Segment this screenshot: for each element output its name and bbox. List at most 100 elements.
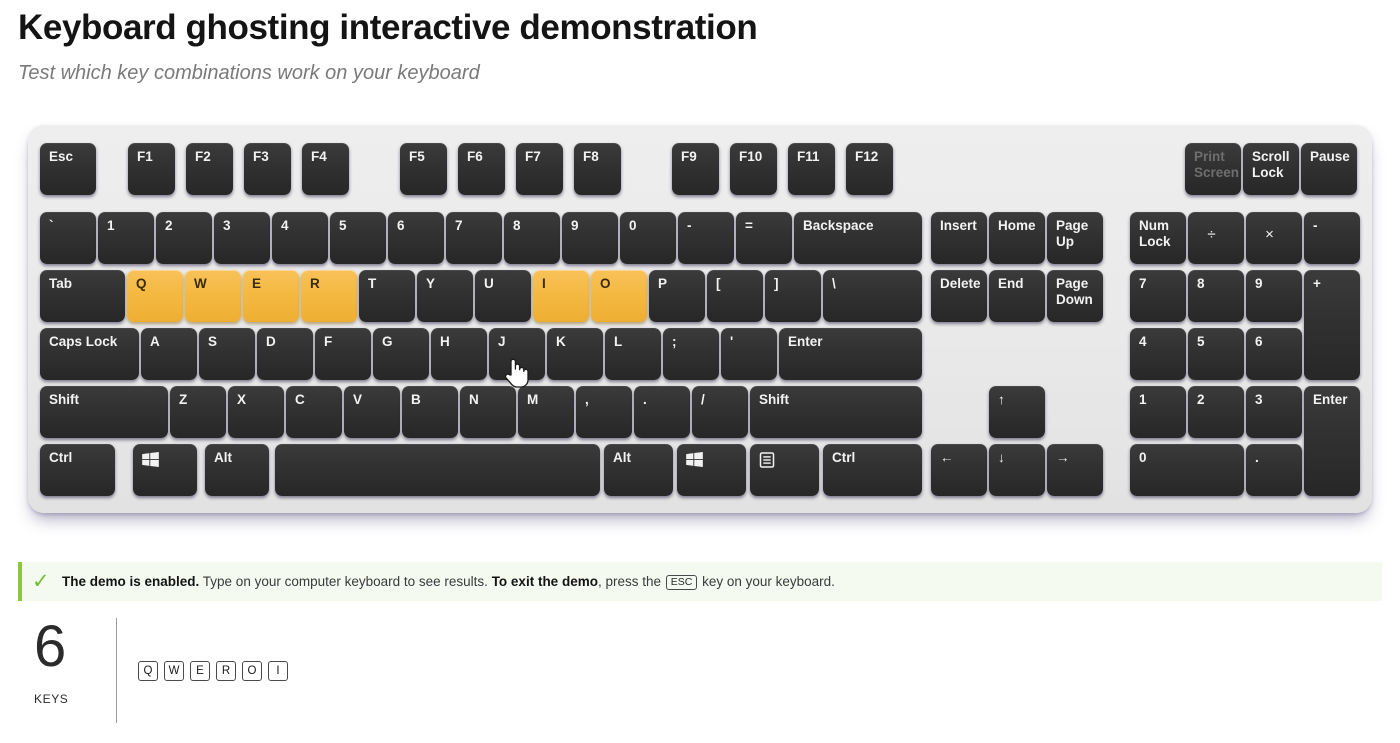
- key-f12[interactable]: F12: [846, 143, 893, 195]
- key-f[interactable]: F: [315, 328, 371, 380]
- key-shift[interactable]: Shift: [40, 386, 168, 438]
- key-2[interactable]: 2: [156, 212, 212, 264]
- key-8[interactable]: 8: [1188, 270, 1244, 322]
- key-print-screen[interactable]: Print Screen: [1185, 143, 1241, 195]
- key-alt[interactable]: Alt: [205, 444, 269, 496]
- key--[interactable]: -: [678, 212, 734, 264]
- key-5[interactable]: 5: [1188, 328, 1244, 380]
- key-8[interactable]: 8: [504, 212, 560, 264]
- key-c[interactable]: C: [286, 386, 342, 438]
- key-h[interactable]: H: [431, 328, 487, 380]
- key-f8[interactable]: F8: [574, 143, 621, 195]
- key-ctrl[interactable]: Ctrl: [823, 444, 922, 496]
- key-l[interactable]: L: [605, 328, 661, 380]
- key-m[interactable]: M: [518, 386, 574, 438]
- key-ctrl[interactable]: Ctrl: [40, 444, 115, 496]
- key-sym[interactable]: `: [40, 212, 96, 264]
- key-w[interactable]: W: [185, 270, 241, 322]
- key-caps-lock[interactable]: Caps Lock: [40, 328, 139, 380]
- key-alt[interactable]: Alt: [604, 444, 673, 496]
- key-f10[interactable]: F10: [730, 143, 777, 195]
- key-page-down[interactable]: Page Down: [1047, 270, 1103, 322]
- key-sym[interactable]: ↓: [989, 444, 1045, 496]
- key-9[interactable]: 9: [1246, 270, 1302, 322]
- key-tab[interactable]: Tab: [40, 270, 125, 322]
- key-sym[interactable]: ÷: [1188, 212, 1244, 264]
- key-sym[interactable]: ': [721, 328, 777, 380]
- key-6[interactable]: 6: [1246, 328, 1302, 380]
- key-sym[interactable]: ×: [1246, 212, 1302, 264]
- key-enter[interactable]: Enter: [779, 328, 922, 380]
- key-page-up[interactable]: Page Up: [1047, 212, 1103, 264]
- key-5[interactable]: 5: [330, 212, 386, 264]
- key-7[interactable]: 7: [1130, 270, 1186, 322]
- key-esc[interactable]: Esc: [40, 143, 96, 195]
- key-2[interactable]: 2: [1188, 386, 1244, 438]
- key-backspace[interactable]: Backspace: [794, 212, 922, 264]
- key-shift[interactable]: Shift: [750, 386, 922, 438]
- key-f5[interactable]: F5: [400, 143, 447, 195]
- key-num-lock[interactable]: Num Lock: [1130, 212, 1186, 264]
- key-r[interactable]: R: [301, 270, 357, 322]
- key-sym[interactable]: ;: [663, 328, 719, 380]
- key-z[interactable]: Z: [170, 386, 226, 438]
- key-n[interactable]: N: [460, 386, 516, 438]
- key-d[interactable]: D: [257, 328, 313, 380]
- key-f2[interactable]: F2: [186, 143, 233, 195]
- key-insert[interactable]: Insert: [931, 212, 987, 264]
- key-a[interactable]: A: [141, 328, 197, 380]
- key-f6[interactable]: F6: [458, 143, 505, 195]
- key-f7[interactable]: F7: [516, 143, 563, 195]
- key-j[interactable]: J: [489, 328, 545, 380]
- key-e[interactable]: E: [243, 270, 299, 322]
- key-f11[interactable]: F11: [788, 143, 835, 195]
- key-g[interactable]: G: [373, 328, 429, 380]
- key-sym[interactable]: .: [1246, 444, 1302, 496]
- key-k[interactable]: K: [547, 328, 603, 380]
- key-x[interactable]: X: [228, 386, 284, 438]
- key-u[interactable]: U: [475, 270, 531, 322]
- key-f1[interactable]: F1: [128, 143, 175, 195]
- key-7[interactable]: 7: [446, 212, 502, 264]
- windows-logo-key[interactable]: [677, 444, 746, 496]
- key-6[interactable]: 6: [388, 212, 444, 264]
- key-home[interactable]: Home: [989, 212, 1045, 264]
- key-v[interactable]: V: [344, 386, 400, 438]
- menu-key-key[interactable]: [750, 444, 819, 496]
- key-sym[interactable]: \: [823, 270, 922, 322]
- key-sym[interactable]: =: [736, 212, 792, 264]
- key-sym[interactable]: +: [1304, 270, 1360, 380]
- key-q[interactable]: Q: [127, 270, 183, 322]
- key-delete[interactable]: Delete: [931, 270, 987, 322]
- key-sym[interactable]: [: [707, 270, 763, 322]
- key-4[interactable]: 4: [272, 212, 328, 264]
- key-sym[interactable]: ↑: [989, 386, 1045, 438]
- key-0[interactable]: 0: [1130, 444, 1244, 496]
- key-sym[interactable]: →: [1047, 444, 1103, 496]
- key-f4[interactable]: F4: [302, 143, 349, 195]
- key-sym[interactable]: ]: [765, 270, 821, 322]
- key-s[interactable]: S: [199, 328, 255, 380]
- key--[interactable]: -: [1304, 212, 1360, 264]
- key-0[interactable]: 0: [620, 212, 676, 264]
- key-pause[interactable]: Pause: [1301, 143, 1357, 195]
- key-1[interactable]: 1: [1130, 386, 1186, 438]
- key-sym[interactable]: .: [634, 386, 690, 438]
- key-o[interactable]: O: [591, 270, 647, 322]
- key-sym[interactable]: /: [692, 386, 748, 438]
- key-end[interactable]: End: [989, 270, 1045, 322]
- key-3[interactable]: 3: [214, 212, 270, 264]
- key-3[interactable]: 3: [1246, 386, 1302, 438]
- key-f9[interactable]: F9: [672, 143, 719, 195]
- windows-logo-key[interactable]: [133, 444, 197, 496]
- key-9[interactable]: 9: [562, 212, 618, 264]
- key-sym[interactable]: ←: [931, 444, 987, 496]
- key-sym[interactable]: ,: [576, 386, 632, 438]
- key-p[interactable]: P: [649, 270, 705, 322]
- key-y[interactable]: Y: [417, 270, 473, 322]
- key-1[interactable]: 1: [98, 212, 154, 264]
- key-b[interactable]: B: [402, 386, 458, 438]
- key-scroll-lock[interactable]: Scroll Lock: [1243, 143, 1299, 195]
- key-t[interactable]: T: [359, 270, 415, 322]
- space-key[interactable]: [275, 444, 600, 496]
